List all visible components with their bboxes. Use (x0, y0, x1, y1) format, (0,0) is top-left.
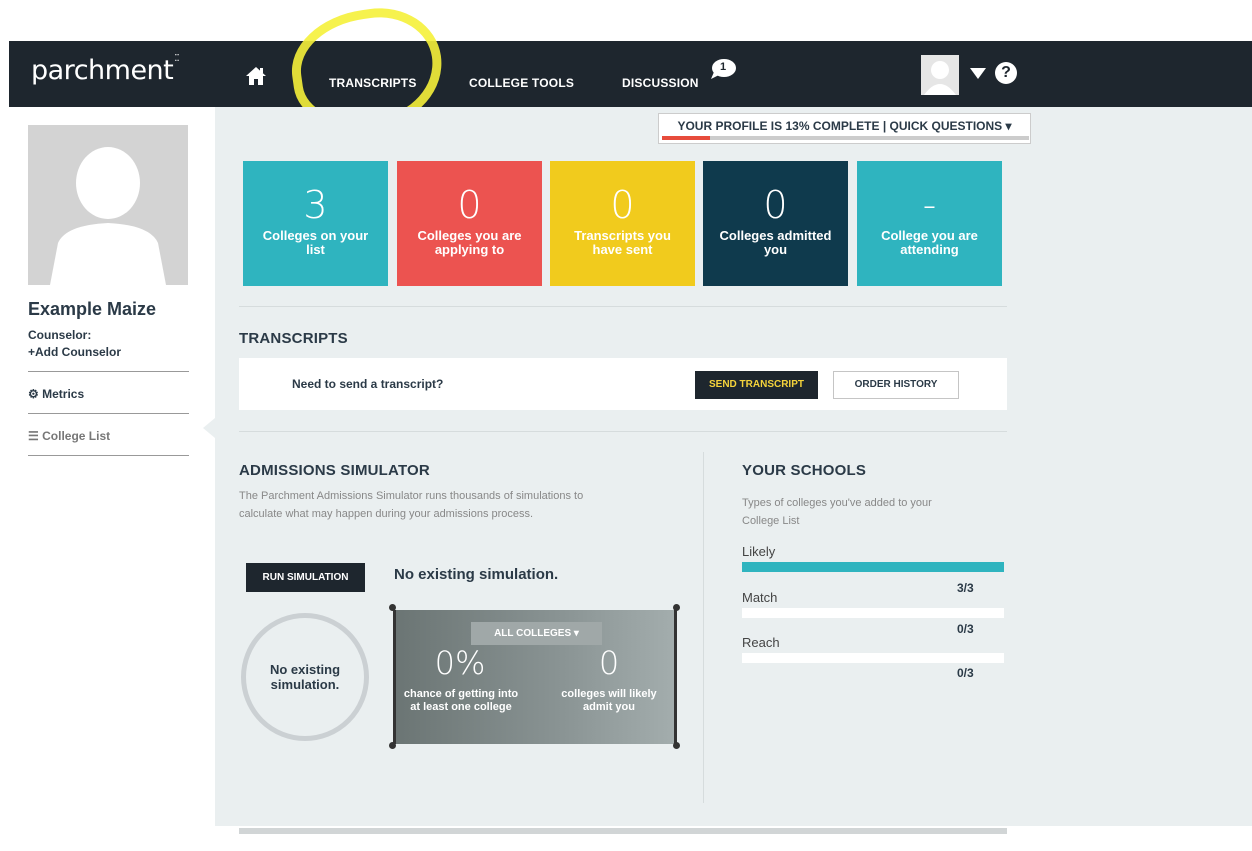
simulation-circle-text: No existing simulation. (270, 662, 340, 692)
school-row-reach-label: Reach (742, 635, 780, 650)
circle-text-line: simulation. (270, 677, 340, 692)
stat-transcripts-sent[interactable]: 0 Transcripts you have sent (550, 161, 695, 286)
counselor-label: Counselor: (28, 328, 92, 342)
dashboard-icon: ⚙ (28, 387, 39, 401)
school-row-match-count: 0/3 (957, 622, 974, 636)
stat-label: Colleges admitted you (719, 228, 832, 257)
profile-photo-placeholder[interactable] (28, 125, 188, 285)
no-simulation-heading: No existing simulation. (394, 566, 559, 583)
stat-value: 3 (303, 183, 328, 227)
nav-transcripts[interactable]: TRANSCRIPTS (329, 76, 417, 90)
sidebar-item-metrics[interactable]: ⚙ Metrics (28, 372, 189, 413)
stat-value: 0 (763, 183, 788, 227)
stat-value: - (922, 183, 937, 227)
stat-value: 0 (457, 183, 482, 227)
likely-label-line: colleges will likely (561, 688, 657, 700)
stat-colleges-admitted[interactable]: 0 Colleges admitted you (703, 161, 848, 286)
badge-count: 1 (719, 61, 727, 73)
card-corner-dot (389, 604, 396, 611)
sidebar-item-college-list[interactable]: ☰ College List (28, 414, 189, 455)
schools-description-line: Types of colleges you've added to your (742, 497, 932, 509)
profile-completion-dropdown[interactable]: YOUR PROFILE IS 13% COMPLETE | QUICK QUE… (658, 113, 1031, 144)
simulation-result-circle: No existing simulation. (241, 613, 369, 741)
card-corner-dot (673, 742, 680, 749)
help-icon[interactable]: ? (995, 62, 1017, 84)
stat-label: College you are attending (881, 228, 978, 257)
bottom-divider (239, 828, 1007, 834)
active-item-pointer (203, 418, 215, 438)
all-colleges-dropdown[interactable]: ALL COLLEGES ▾ (471, 622, 602, 645)
student-name: Example Maize (28, 299, 157, 319)
home-icon[interactable] (245, 66, 267, 86)
school-row-reach-count: 0/3 (957, 666, 974, 680)
stat-college-attending[interactable]: - College you are attending (857, 161, 1002, 286)
school-row-fill (742, 562, 1004, 572)
discussion-badge[interactable]: 1 (709, 58, 737, 80)
section-divider (239, 306, 1007, 307)
vertical-divider (703, 452, 704, 803)
school-row-reach-bar (742, 653, 1004, 663)
school-row-match-bar (742, 608, 1004, 618)
school-row-likely-count: 3/3 (957, 581, 974, 595)
profile-completion-text: YOUR PROFILE IS 13% COMPLETE | QUICK QUE… (677, 119, 1012, 133)
stat-colleges-applying[interactable]: 0 Colleges you are applying to (397, 161, 542, 286)
school-row-match-label: Match (742, 590, 778, 605)
stat-label: Transcripts you have sent (574, 228, 671, 257)
chance-label-line: at least one college (410, 701, 512, 713)
stat-label: Colleges you are applying to (417, 228, 522, 257)
school-row-likely-label: Likely (742, 544, 776, 559)
send-transcript-button[interactable]: SEND TRANSCRIPT (695, 371, 818, 399)
nav-college-tools[interactable]: COLLEGE TOOLS (469, 76, 574, 90)
stat-value: 0 (610, 183, 635, 227)
add-counselor-link[interactable]: +Add Counselor (28, 345, 189, 359)
sidebar-divider (28, 455, 189, 456)
profile-progress-track (662, 136, 1029, 140)
parchment-logo[interactable]: parchment⁚⁚ (31, 53, 180, 86)
chance-label: chance of getting into at least one coll… (388, 688, 534, 714)
top-navbar: parchment⁚⁚ TRANSCRIPTS COLLEGE TOOLS DI… (9, 41, 1252, 107)
section-divider (239, 431, 1007, 432)
order-history-button[interactable]: ORDER HISTORY (833, 371, 959, 399)
simulator-section-title: ADMISSIONS SIMULATOR (239, 462, 430, 479)
simulator-description: The Parchment Admissions Simulator runs … (239, 487, 689, 523)
chance-value: 0% (434, 644, 486, 682)
chance-label-line: chance of getting into (403, 688, 519, 700)
circle-text-line: No existing (269, 662, 341, 677)
profile-progress-fill (662, 136, 710, 140)
schools-description-line: College List (742, 515, 800, 527)
left-sidebar: Example Maize Counselor: +Add Counselor … (28, 125, 189, 456)
card-corner-dot (389, 742, 396, 749)
your-schools-title: YOUR SCHOOLS (742, 462, 867, 479)
page: parchment⁚⁚ TRANSCRIPTS COLLEGE TOOLS DI… (0, 0, 1252, 851)
stat-colleges-on-list[interactable]: 3 Colleges on your list (243, 161, 388, 286)
card-corner-dot (673, 604, 680, 611)
nav-discussion[interactable]: DISCUSSION (622, 76, 699, 90)
school-row-likely-bar (742, 562, 1004, 572)
user-avatar-icon[interactable] (921, 55, 959, 95)
list-icon: ☰ (28, 429, 39, 443)
run-simulation-button[interactable]: RUN SIMULATION (246, 563, 365, 592)
likely-label-line: admit you (583, 701, 635, 713)
stat-label: Colleges on your list (262, 228, 369, 257)
sidebar-item-label: Metrics (42, 387, 85, 401)
caret-down-icon[interactable] (970, 68, 986, 79)
simulator-description-line: calculate what may happen during your ad… (239, 508, 534, 520)
sidebar-item-label: College List (42, 429, 111, 443)
simulator-description-line: The Parchment Admissions Simulator runs … (239, 490, 584, 502)
simulation-summary-card: ALL COLLEGES ▾ 0% chance of getting into… (393, 610, 677, 744)
transcripts-section-title: TRANSCRIPTS (239, 330, 348, 347)
brand-text: parchment (31, 55, 174, 86)
your-schools-description: Types of colleges you've added to your C… (742, 494, 1002, 530)
transcript-bar: Need to send a transcript? SEND TRANSCRI… (239, 358, 1007, 410)
likely-admit-label: colleges will likely admit you (542, 688, 676, 714)
transcript-question: Need to send a transcript? (292, 377, 444, 391)
likely-admit-value: 0 (598, 644, 620, 682)
user-silhouette-icon (50, 147, 166, 285)
